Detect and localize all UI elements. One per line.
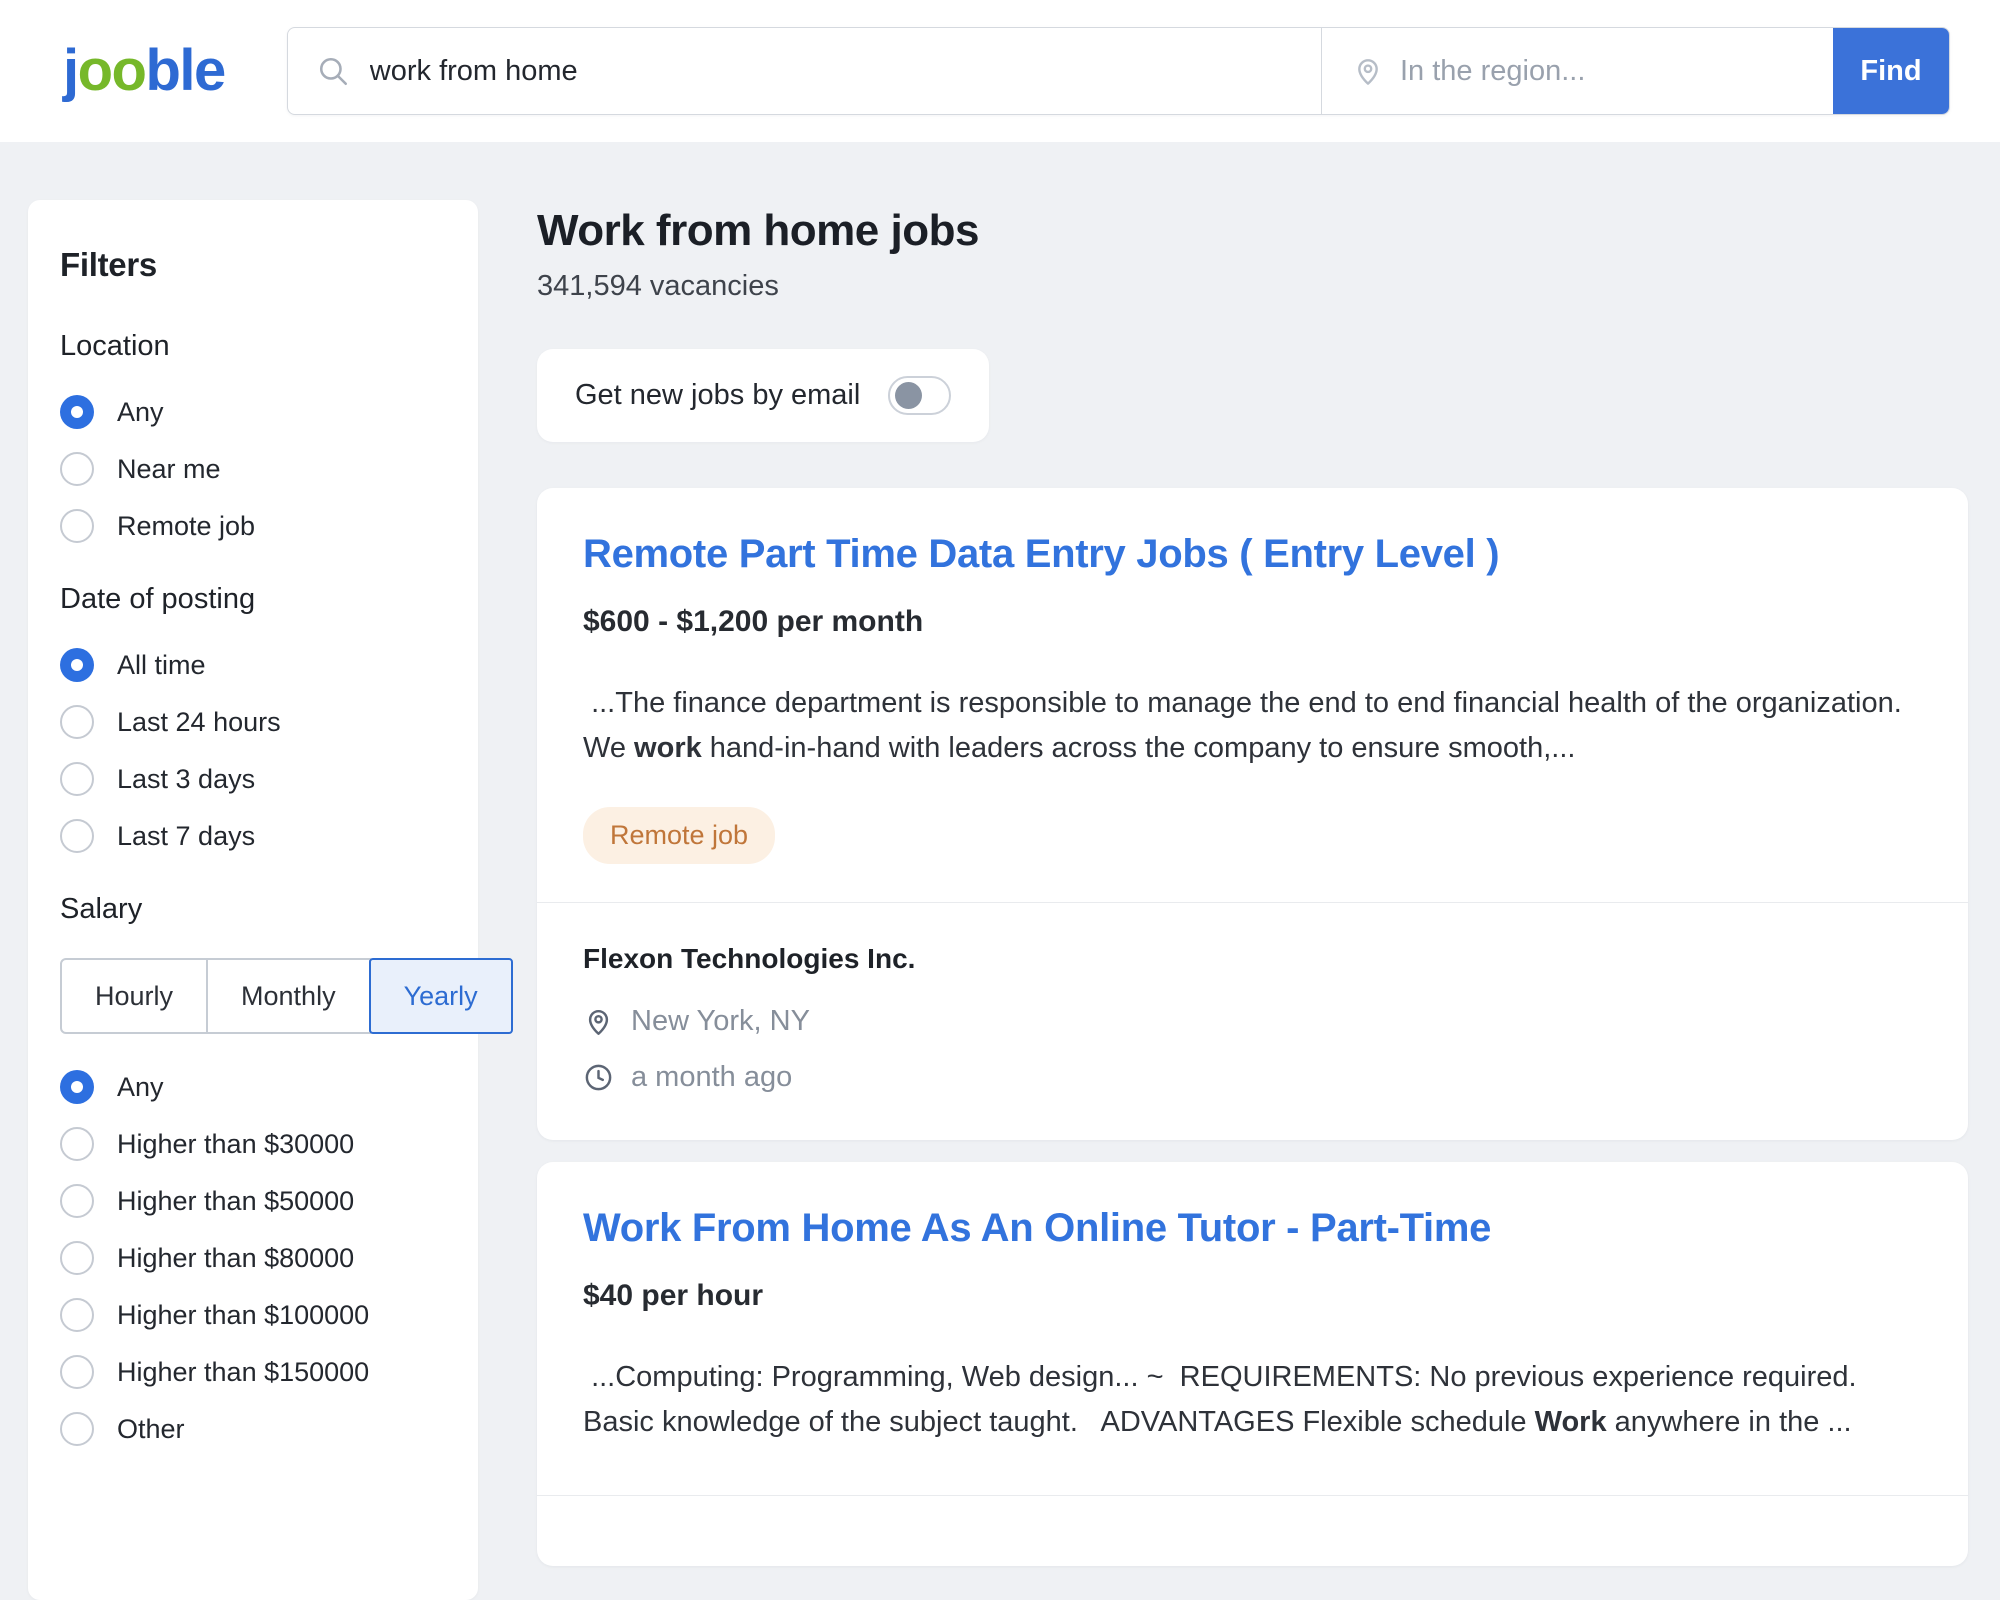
keyword-field[interactable] <box>288 28 1321 114</box>
region-field[interactable] <box>1321 28 1833 114</box>
job-salary: $40 per hour <box>583 1279 1922 1313</box>
location-section-title: Location <box>60 330 446 363</box>
remote-job-badge: Remote job <box>583 807 775 864</box>
email-subscribe-toggle[interactable] <box>888 376 951 415</box>
radio-label: Any <box>117 397 164 428</box>
radio-button[interactable] <box>60 395 94 429</box>
page-title: Work from home jobs <box>537 206 1968 256</box>
job-title-link[interactable]: Work From Home As An Online Tutor - Part… <box>583 1206 1922 1251</box>
radio-label: All time <box>117 650 206 681</box>
radio-salary-80000[interactable]: Higher than $80000 <box>60 1241 446 1275</box>
radio-label: Last 3 days <box>117 764 255 795</box>
radio-salary-30000[interactable]: Higher than $30000 <box>60 1127 446 1161</box>
radio-label: Last 7 days <box>117 821 255 852</box>
radio-button[interactable] <box>60 1241 94 1275</box>
company-name: Flexon Technologies Inc. <box>583 943 1922 975</box>
radio-label: Higher than $50000 <box>117 1186 354 1217</box>
tab-yearly[interactable]: Yearly <box>369 958 513 1034</box>
radio-button[interactable] <box>60 705 94 739</box>
radio-label: Remote job <box>117 511 255 542</box>
radio-date-last-3-days[interactable]: Last 3 days <box>60 762 446 796</box>
radio-date-last-24-hours[interactable]: Last 24 hours <box>60 705 446 739</box>
job-posted-time: a month ago <box>631 1061 792 1094</box>
radio-button[interactable] <box>60 1412 94 1446</box>
region-input[interactable] <box>1400 55 1813 88</box>
job-card: Work From Home As An Online Tutor - Part… <box>537 1162 1968 1566</box>
radio-button[interactable] <box>60 1355 94 1389</box>
job-card-body: Work From Home As An Online Tutor - Part… <box>537 1162 1968 1495</box>
tab-hourly[interactable]: Hourly <box>60 958 208 1034</box>
page-body: Filters Location Any Near me Remote job … <box>0 142 2000 1600</box>
logo-part-j: j <box>63 38 78 103</box>
radio-salary-50000[interactable]: Higher than $50000 <box>60 1184 446 1218</box>
job-salary: $600 - $1,200 per month <box>583 605 1922 639</box>
job-location: New York, NY <box>631 1005 810 1038</box>
radio-date-all-time[interactable]: All time <box>60 648 446 682</box>
radio-button[interactable] <box>60 1127 94 1161</box>
radio-button[interactable] <box>60 1070 94 1104</box>
radio-label: Higher than $30000 <box>117 1129 354 1160</box>
search-input[interactable] <box>370 55 1297 88</box>
filter-section-date: Date of posting All time Last 24 hours L… <box>60 583 446 853</box>
radio-label: Higher than $150000 <box>117 1357 369 1388</box>
radio-label: Other <box>117 1414 185 1445</box>
radio-salary-150000[interactable]: Higher than $150000 <box>60 1355 446 1389</box>
toggle-knob <box>895 382 922 409</box>
job-posted-row: a month ago <box>583 1061 1922 1094</box>
radio-label: Any <box>117 1072 164 1103</box>
vacancies-count: 341,594 vacancies <box>537 270 1968 303</box>
job-description-highlight: Work <box>1535 1406 1607 1438</box>
filters-title: Filters <box>60 246 446 284</box>
radio-label: Last 24 hours <box>117 707 281 738</box>
radio-button[interactable] <box>60 762 94 796</box>
jooble-logo[interactable]: jooble <box>63 42 225 100</box>
top-header: jooble Find <box>0 0 2000 142</box>
radio-salary-100000[interactable]: Higher than $100000 <box>60 1298 446 1332</box>
date-section-title: Date of posting <box>60 583 446 616</box>
radio-button[interactable] <box>60 648 94 682</box>
job-description: ...The finance department is responsible… <box>583 681 1922 771</box>
logo-part-ble: ble <box>145 38 224 103</box>
radio-salary-any[interactable]: Any <box>60 1070 446 1104</box>
filter-section-location: Location Any Near me Remote job <box>60 330 446 543</box>
radio-location-any[interactable]: Any <box>60 395 446 429</box>
job-card-body: Remote Part Time Data Entry Jobs ( Entry… <box>537 488 1968 902</box>
clock-icon <box>583 1062 614 1093</box>
location-pin-icon <box>1352 55 1384 87</box>
radio-label: Higher than $80000 <box>117 1243 354 1274</box>
job-title-link[interactable]: Remote Part Time Data Entry Jobs ( Entry… <box>583 532 1922 577</box>
tab-monthly[interactable]: Monthly <box>206 958 371 1034</box>
find-button[interactable]: Find <box>1833 28 1949 114</box>
radio-salary-other[interactable]: Other <box>60 1412 446 1446</box>
logo-part-oo: oo <box>78 38 146 103</box>
location-pin-icon <box>583 1006 614 1037</box>
filters-panel: Filters Location Any Near me Remote job … <box>28 200 478 1600</box>
radio-label: Higher than $100000 <box>117 1300 369 1331</box>
email-subscribe-label: Get new jobs by email <box>575 379 860 412</box>
salary-period-tabs: Hourly Monthly Yearly <box>60 958 446 1034</box>
search-bar: Find <box>287 27 1950 115</box>
search-icon <box>316 54 350 88</box>
job-location-row: New York, NY <box>583 1005 1922 1038</box>
radio-location-remote-job[interactable]: Remote job <box>60 509 446 543</box>
company-info: Flexon Technologies Inc. New York, NY <box>537 903 1968 1140</box>
results-column: Work from home jobs 341,594 vacancies Ge… <box>537 200 1968 1588</box>
job-card: Remote Part Time Data Entry Jobs ( Entry… <box>537 488 1968 1140</box>
radio-button[interactable] <box>60 509 94 543</box>
job-description: ...Computing: Programming, Web design...… <box>583 1355 1922 1445</box>
radio-button[interactable] <box>60 1298 94 1332</box>
job-description-highlight: work <box>634 732 702 764</box>
filter-section-salary: Salary Hourly Monthly Yearly Any Higher … <box>60 893 446 1446</box>
radio-date-last-7-days[interactable]: Last 7 days <box>60 819 446 853</box>
salary-section-title: Salary <box>60 893 446 926</box>
radio-button[interactable] <box>60 1184 94 1218</box>
radio-button[interactable] <box>60 452 94 486</box>
radio-location-near-me[interactable]: Near me <box>60 452 446 486</box>
email-subscribe-card: Get new jobs by email <box>537 349 989 442</box>
radio-label: Near me <box>117 454 221 485</box>
radio-button[interactable] <box>60 819 94 853</box>
job-description-text: anywhere in the ... <box>1607 1406 1852 1438</box>
card-cutoff-space <box>537 1496 1968 1566</box>
job-description-text: hand-in-hand with leaders across the com… <box>702 732 1576 764</box>
